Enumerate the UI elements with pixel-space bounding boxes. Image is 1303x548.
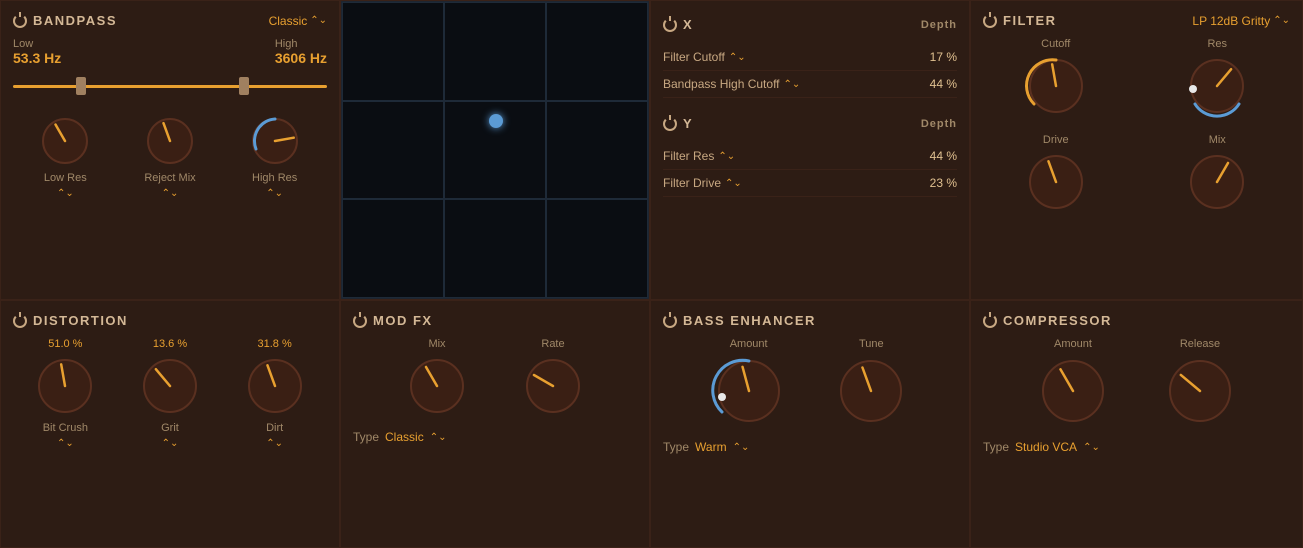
bass-enhancer-amount-knob: Amount: [712, 338, 786, 428]
bass-enhancer-type-select[interactable]: Warm: [695, 440, 727, 454]
modfx-type-chevron[interactable]: ⌃⌄: [430, 432, 447, 443]
bass-enhancer-type-row: Type Warm ⌃⌄: [663, 440, 957, 454]
bit-crush-knob: 51.0 % Bit Crush ⌃⌄: [33, 338, 97, 449]
bass-enhancer-tune-knob: Tune: [834, 338, 908, 428]
bass-enhancer-knobs-row: Amount Tune: [663, 338, 957, 428]
bandpass-power-icon[interactable]: [13, 14, 27, 28]
bandpass-high-cutoff-row: Bandpass High Cutoff ⌃⌄ 44 %: [663, 71, 957, 98]
filter-cutoff-row: Filter Cutoff ⌃⌄ 17 %: [663, 44, 957, 71]
bass-enhancer-power-icon[interactable]: [663, 314, 677, 328]
filter-power-icon[interactable]: [983, 14, 997, 28]
distortion-knobs-row: 51.0 % Bit Crush ⌃⌄ 13.6 % Grit ⌃⌄ 31.8 …: [13, 338, 327, 449]
dirt-knob: 31.8 % Dirt ⌃⌄: [243, 338, 307, 449]
filter-mix-knob: Mix: [1145, 134, 1291, 214]
grit-chevron[interactable]: ⌃⌄: [162, 438, 179, 449]
distortion-title: DISTORTION: [13, 313, 128, 328]
bandpass-high-res-knob: High Res ⌃⌄: [248, 114, 302, 199]
xy-pad-panel: [340, 0, 650, 300]
bandpass-type-select[interactable]: Classic ⌃⌄: [269, 14, 327, 28]
bandpass-high-res-chevron[interactable]: ⌃⌄: [266, 188, 283, 199]
x-section-header: X Depth: [663, 17, 957, 32]
bandpass-low-handle[interactable]: [76, 77, 86, 95]
bandpass-knobs-row: Low Res ⌃⌄ Reject Mix ⌃⌄ High Res: [13, 114, 327, 199]
compressor-amount-knob: Amount: [1036, 338, 1110, 428]
bass-enhancer-title: BASS ENHANCER: [663, 313, 816, 328]
compressor-type-chevron[interactable]: ⌃⌄: [1083, 442, 1100, 453]
distortion-header: DISTORTION: [13, 313, 327, 328]
bandpass-slider[interactable]: [13, 74, 327, 98]
filter-panel: FILTER LP 12dB Gritty ⌃⌄ Cutoff Res: [970, 0, 1303, 300]
modfx-type-row: Type Classic ⌃⌄: [353, 430, 637, 444]
compressor-type-row: Type Studio VCA ⌃⌄: [983, 440, 1290, 454]
modfx-panel: MOD FX Mix Rate Type Classic ⌃⌄: [340, 300, 650, 548]
filter-cutoff-knob: Cutoff: [983, 38, 1129, 118]
bandpass-low-res-chevron[interactable]: ⌃⌄: [57, 188, 74, 199]
filter-type-chevron: ⌃⌄: [1273, 15, 1290, 26]
bandpass-reject-mix-knob: Reject Mix ⌃⌄: [143, 114, 197, 199]
xy-params-panel: X Depth Filter Cutoff ⌃⌄ 17 % Bandpass H…: [650, 0, 970, 300]
x-power-icon[interactable]: [663, 18, 677, 32]
filter-res-knob: Res: [1145, 38, 1291, 118]
filter-title: FILTER: [983, 13, 1057, 28]
modfx-power-icon[interactable]: [353, 314, 367, 328]
compressor-knobs-row: Amount Release: [983, 338, 1290, 428]
distortion-panel: DISTORTION 51.0 % Bit Crush ⌃⌄ 13.6 % Gr…: [0, 300, 340, 548]
filter-knobs: Cutoff Res Drive: [983, 38, 1290, 214]
modfx-header: MOD FX: [353, 313, 637, 328]
filter-res-row: Filter Res ⌃⌄ 44 %: [663, 143, 957, 170]
modfx-mix-knob: Mix: [405, 338, 469, 418]
y-power-icon[interactable]: [663, 117, 677, 131]
compressor-title: COMPRESSOR: [983, 313, 1112, 328]
compressor-panel: COMPRESSOR Amount Release Type Studio: [970, 300, 1303, 548]
dirt-chevron[interactable]: ⌃⌄: [266, 438, 283, 449]
distortion-power-icon[interactable]: [13, 314, 27, 328]
bandpass-header: BANDPASS Classic ⌃⌄: [13, 13, 327, 28]
bandpass-low-res-knob: Low Res ⌃⌄: [38, 114, 92, 199]
xy-grid: [342, 2, 648, 298]
bass-enhancer-type-chevron[interactable]: ⌃⌄: [733, 442, 750, 453]
modfx-knobs-row: Mix Rate: [353, 338, 637, 418]
modfx-title: MOD FX: [353, 313, 433, 328]
compressor-header: COMPRESSOR: [983, 313, 1290, 328]
bandpass-panel: BANDPASS Classic ⌃⌄ Low 53.3 Hz High 360…: [0, 0, 340, 300]
bandpass-reject-mix-chevron[interactable]: ⌃⌄: [162, 188, 179, 199]
xy-pad[interactable]: [341, 1, 649, 299]
bandpass-high: High 3606 Hz: [275, 38, 327, 66]
filter-header: FILTER LP 12dB Gritty ⌃⌄: [983, 13, 1290, 28]
modfx-rate-knob: Rate: [521, 338, 585, 418]
filter-drive-knob: Drive: [983, 134, 1129, 214]
compressor-release-knob: Release: [1163, 338, 1237, 428]
bandpass-title: BANDPASS: [13, 13, 117, 28]
grit-knob: 13.6 % Grit ⌃⌄: [138, 338, 202, 449]
bandpass-type-chevron: ⌃⌄: [310, 15, 327, 26]
bass-enhancer-panel: BASS ENHANCER Amount Tune: [650, 300, 970, 548]
bandpass-low: Low 53.3 Hz: [13, 38, 61, 66]
modfx-type-select[interactable]: Classic: [385, 430, 424, 444]
compressor-type-select[interactable]: Studio VCA: [1015, 440, 1077, 454]
compressor-power-icon[interactable]: [983, 314, 997, 328]
bandpass-freq-values: Low 53.3 Hz High 3606 Hz: [13, 38, 327, 66]
bit-crush-chevron[interactable]: ⌃⌄: [57, 438, 74, 449]
filter-drive-row: Filter Drive ⌃⌄ 23 %: [663, 170, 957, 197]
y-section-header: Y Depth: [663, 116, 957, 131]
bass-enhancer-header: BASS ENHANCER: [663, 313, 957, 328]
filter-type-select[interactable]: LP 12dB Gritty ⌃⌄: [1192, 14, 1290, 28]
bandpass-high-handle[interactable]: [239, 77, 249, 95]
